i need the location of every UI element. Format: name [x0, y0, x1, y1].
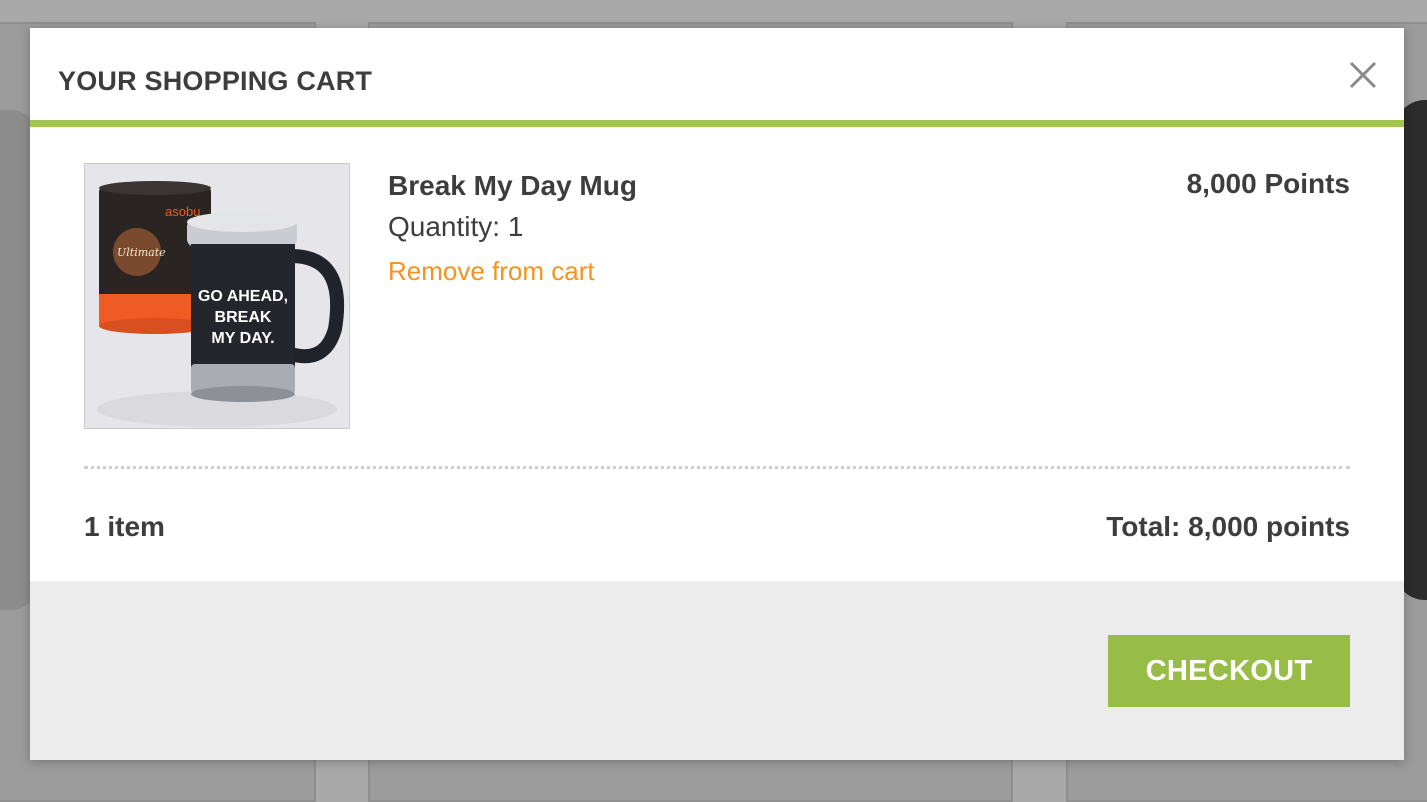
- product-quantity: Quantity: 1: [388, 211, 523, 243]
- mug-text-line1: GO AHEAD,: [198, 288, 288, 305]
- mug-photo: asobu Ultimate GO AHEAD, BREAK MY DAY.: [85, 164, 349, 428]
- cart-item: asobu Ultimate GO AHEAD, BREAK MY DAY. B…: [84, 163, 1350, 431]
- quantity-value: 1: [507, 211, 524, 242]
- checkout-button[interactable]: CHECKOUT: [1108, 635, 1350, 707]
- remove-from-cart-link[interactable]: Remove from cart: [388, 256, 595, 287]
- canister-brand: asobu: [165, 204, 200, 219]
- modal-title: YOUR SHOPPING CART: [58, 66, 373, 96]
- mug-text-line2: BREAK: [215, 309, 272, 326]
- item-count: 1 item: [84, 511, 165, 542]
- close-button[interactable]: [1348, 60, 1378, 90]
- shopping-cart-modal: YOUR SHOPPING CART asobu Ultimate GO AHE…: [30, 28, 1404, 760]
- modal-footer: CHECKOUT: [30, 581, 1404, 760]
- divider: [84, 466, 1350, 469]
- mug-text-line3: MY DAY.: [211, 330, 274, 347]
- product-price: 8,000 Points: [1186, 168, 1350, 199]
- cart-total: Total: 8,000 points: [1106, 511, 1350, 542]
- product-name[interactable]: Break My Day Mug: [388, 170, 637, 202]
- canister-script: Ultimate: [117, 246, 166, 259]
- modal-header: YOUR SHOPPING CART: [30, 28, 1404, 127]
- product-image[interactable]: asobu Ultimate GO AHEAD, BREAK MY DAY.: [84, 163, 350, 429]
- close-icon: [1349, 61, 1377, 89]
- quantity-label: Quantity:: [388, 211, 501, 242]
